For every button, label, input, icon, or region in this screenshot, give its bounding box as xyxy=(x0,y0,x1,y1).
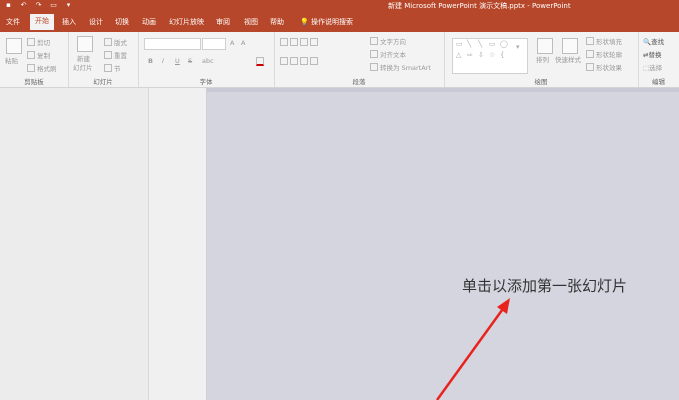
red-arrow-annotation xyxy=(435,298,510,400)
arrow-head xyxy=(497,298,510,314)
arrow-shaft xyxy=(435,305,507,400)
